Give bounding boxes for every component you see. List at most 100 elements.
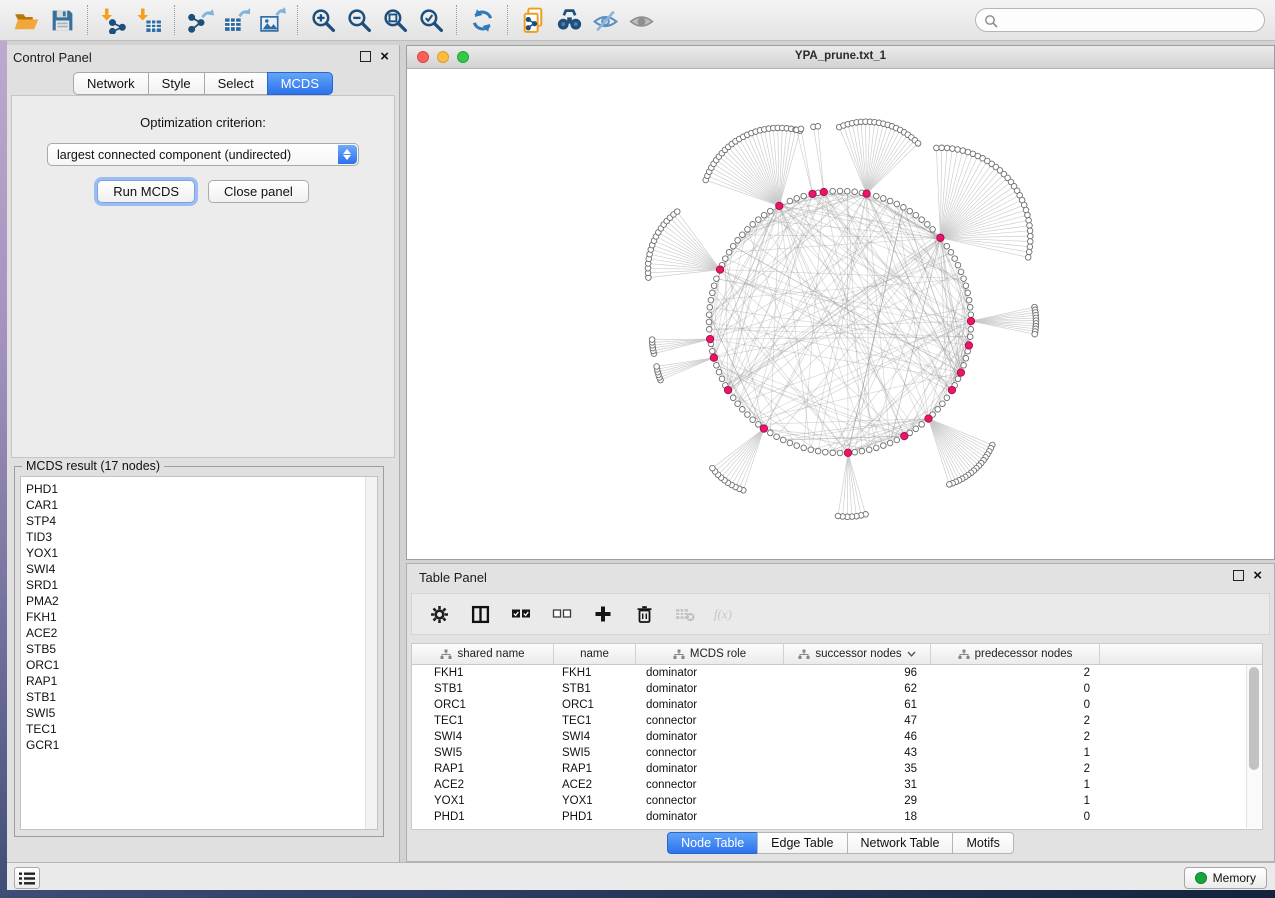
table-cell: dominator [636,667,784,679]
column-label: predecessor nodes [975,648,1073,660]
save-session-button[interactable] [44,4,80,36]
export-image-button[interactable] [254,4,290,36]
mcds-result-group: MCDS result (17 nodes) PHD1CAR1STP4TID3Y… [14,466,384,837]
mcds-result-item[interactable]: CAR1 [26,497,377,513]
deselect-all-icon [552,607,572,621]
table-cell: PHD1 [412,811,554,823]
export-network-button[interactable] [182,4,218,36]
dropdown-stepper-icon [338,145,357,164]
tab-motifs[interactable]: Motifs [952,832,1013,854]
select-all-button[interactable] [508,601,534,627]
mcds-result-item[interactable]: SWI5 [26,705,377,721]
table-cell: TEC1 [412,715,554,727]
mcds-result-item[interactable]: SWI4 [26,561,377,577]
column-header-MCDS-role[interactable]: MCDS role [636,644,784,664]
find-button[interactable] [551,4,587,36]
tab-edge-table[interactable]: Edge Table [757,832,847,854]
tab-network-table[interactable]: Network Table [847,832,954,854]
toggle-column-button[interactable] [467,601,493,627]
search-input[interactable] [1002,11,1256,31]
table-cell: connector [636,779,784,791]
table-cell: ORC1 [412,699,554,711]
table-row[interactable]: ACE2ACE2connector311 [412,777,1262,793]
mcds-result-item[interactable]: STB5 [26,641,377,657]
mcds-result-item[interactable]: RAP1 [26,673,377,689]
table-row[interactable]: PHD1PHD1dominator180 [412,809,1262,825]
delete-column-button[interactable] [631,601,657,627]
search-icon [984,14,998,28]
new-network-from-selection-button[interactable] [515,4,551,36]
mcds-result-item[interactable]: PHD1 [26,481,377,497]
mcds-result-item[interactable]: STP4 [26,513,377,529]
show-all-button[interactable] [623,4,659,36]
table-cell: PHD1 [554,811,636,823]
mcds-result-item[interactable]: PMA2 [26,593,377,609]
network-graph[interactable] [407,68,1274,559]
table-row[interactable]: TEC1TEC1connector472 [412,713,1262,729]
zoom-selected-button[interactable] [413,4,449,36]
table-body: FKH1FKH1dominator962STB1STB1dominator620… [412,665,1262,825]
delete-table-icon [675,607,695,622]
delete-table-button[interactable] [672,601,698,627]
mcds-result-item[interactable]: ACE2 [26,625,377,641]
hide-selected-button[interactable] [587,4,623,36]
column-header-shared-name[interactable]: shared name [412,644,554,664]
mcds-result-item[interactable]: FKH1 [26,609,377,625]
close-panel-icon[interactable]: × [380,52,389,62]
import-network-button[interactable] [95,4,131,36]
column-header-successor-nodes[interactable]: successor nodes [784,644,931,664]
table-cell: SWI4 [554,731,636,743]
mcds-result-scrollbar[interactable] [365,477,377,829]
table-cell: RAP1 [412,763,554,775]
mcds-result-item[interactable]: TEC1 [26,721,377,737]
export-table-button[interactable] [218,4,254,36]
close-panel-icon[interactable]: × [1253,571,1262,581]
toolbar-separator [174,5,175,35]
mcds-result-item[interactable]: YOX1 [26,545,377,561]
mcds-result-item[interactable]: TID3 [26,529,377,545]
table-scrollbar-thumb[interactable] [1249,667,1259,770]
run-mcds-button[interactable]: Run MCDS [97,180,195,203]
mcds-buttons-row: Run MCDS Close panel [12,180,394,203]
settings-gear-button[interactable] [426,601,452,627]
tab-mcds[interactable]: MCDS [267,72,333,95]
table-row[interactable]: ORC1ORC1dominator610 [412,697,1262,713]
optimization-criterion-dropdown[interactable]: largest connected component (undirected) [47,143,359,166]
table-row[interactable]: RAP1RAP1dominator352 [412,761,1262,777]
refresh-button[interactable] [464,4,500,36]
function-builder-button[interactable]: f(x) [713,601,739,627]
table-row[interactable]: YOX1YOX1connector291 [412,793,1262,809]
mcds-result-item[interactable]: GCR1 [26,737,377,753]
zoom-in-button[interactable] [305,4,341,36]
table-cell: SWI4 [412,731,554,743]
memory-button[interactable]: Memory [1184,867,1267,889]
mcds-result-item[interactable]: SRD1 [26,577,377,593]
column-label: name [580,648,609,660]
table-row[interactable]: SWI5SWI5connector431 [412,745,1262,761]
tab-select[interactable]: Select [204,72,268,95]
deselect-all-button[interactable] [549,601,575,627]
table-row[interactable]: FKH1FKH1dominator962 [412,665,1262,681]
close-panel-button[interactable]: Close panel [208,180,309,203]
tab-node-table[interactable]: Node Table [667,832,758,854]
tab-style[interactable]: Style [148,72,205,95]
mcds-result-item[interactable]: STB1 [26,689,377,705]
add-column-button[interactable] [590,601,616,627]
open-file-button[interactable] [8,4,44,36]
table-cell: 2 [931,715,1100,727]
float-panel-icon[interactable] [1233,570,1244,581]
mcds-result-item[interactable]: ORC1 [26,657,377,673]
tab-network[interactable]: Network [73,72,149,95]
column-header-predecessor-nodes[interactable]: predecessor nodes [931,644,1100,664]
zoom-out-button[interactable] [341,4,377,36]
float-panel-icon[interactable] [360,51,371,62]
zoom-fit-button[interactable] [377,4,413,36]
table-row[interactable]: SWI4SWI4dominator462 [412,729,1262,745]
select-all-icon [511,607,531,621]
import-table-button[interactable] [131,4,167,36]
task-history-button[interactable] [14,867,40,889]
column-header-name[interactable]: name [554,644,636,664]
control-panel-title: Control Panel [13,50,92,65]
table-row[interactable]: STB1STB1dominator620 [412,681,1262,697]
table-cell: SWI5 [554,747,636,759]
